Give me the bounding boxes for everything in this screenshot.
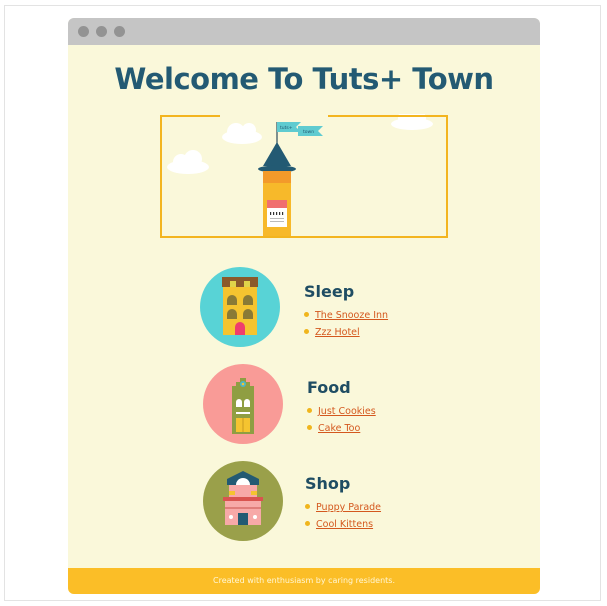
svg-text:tuts+: tuts+: [280, 125, 293, 131]
section-shop: Shop Puppy Parade Cool Kittens: [68, 461, 540, 541]
section-title: Sleep: [304, 282, 355, 301]
link-cool-kittens[interactable]: Cool Kittens: [316, 519, 373, 530]
list-item: Puppy Parade: [305, 499, 381, 516]
flag-icon: tuts+ town: [277, 122, 323, 136]
tower-icon: [258, 142, 296, 236]
link-list: Just Cookies Cake Too: [307, 403, 376, 437]
svg-text:town: town: [303, 129, 314, 135]
page-title: Welcome To Tuts+ Town: [114, 62, 494, 96]
food-content: Food Just Cookies Cake Too: [307, 378, 376, 437]
page-footer: Created with enthusiasm by caring reside…: [68, 568, 540, 594]
list-item: Cool Kittens: [305, 516, 381, 533]
window-dot-icon[interactable]: [78, 26, 89, 37]
link-just-cookies[interactable]: Just Cookies: [318, 406, 376, 417]
link-zzz-hotel[interactable]: Zzz Hotel: [315, 327, 360, 338]
cloud-icon: [167, 150, 209, 174]
window-titlebar: [68, 18, 540, 45]
list-item: Cake Too: [307, 420, 376, 437]
browser-window: Welcome To Tuts+ Town tuts+ town Sleep T…: [68, 18, 540, 594]
town-hero-illustration: tuts+ town: [160, 109, 448, 238]
shop-content: Shop Puppy Parade Cool Kittens: [305, 474, 381, 533]
section-title: Food: [307, 378, 351, 397]
list-item: Zzz Hotel: [304, 324, 388, 341]
link-cake-too[interactable]: Cake Too: [318, 423, 360, 434]
food-building-icon: [203, 364, 283, 444]
window-dot-icon[interactable]: [96, 26, 107, 37]
window-dot-icon[interactable]: [114, 26, 125, 37]
link-the-snooze-inn[interactable]: The Snooze Inn: [315, 310, 388, 321]
sleep-content: Sleep The Snooze Inn Zzz Hotel: [304, 282, 388, 341]
link-list: Puppy Parade Cool Kittens: [305, 499, 381, 533]
shop-building-icon: [203, 461, 283, 541]
section-sleep: Sleep The Snooze Inn Zzz Hotel: [68, 267, 540, 347]
section-title: Shop: [305, 474, 351, 493]
list-item: Just Cookies: [307, 403, 376, 420]
link-puppy-parade[interactable]: Puppy Parade: [316, 502, 381, 513]
section-food: Food Just Cookies Cake Too: [68, 364, 540, 444]
sleep-building-icon: [200, 267, 280, 347]
list-item: The Snooze Inn: [304, 307, 388, 324]
link-list: The Snooze Inn Zzz Hotel: [304, 307, 388, 341]
cloud-icon: [222, 123, 262, 144]
